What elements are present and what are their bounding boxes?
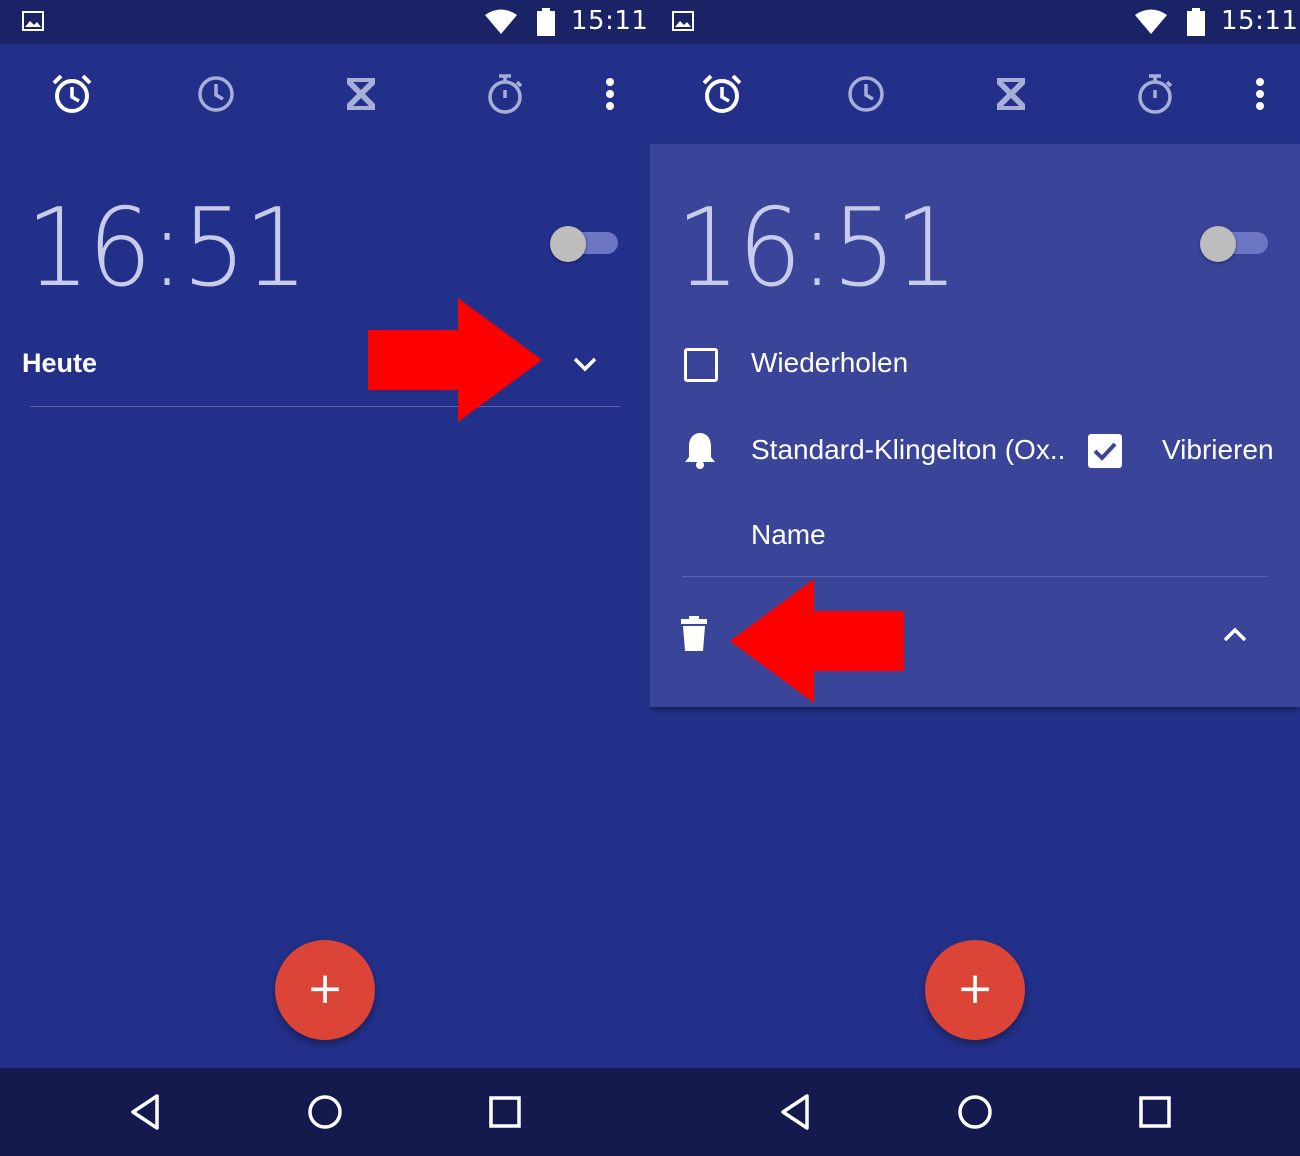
image-notification-icon (22, 11, 44, 31)
toggle-thumb (1200, 226, 1236, 262)
home-icon[interactable] (303, 1090, 347, 1134)
chevron-down-icon[interactable] (570, 349, 600, 379)
vibrate-checkbox[interactable] (1088, 434, 1122, 468)
alarm-toggle[interactable] (550, 226, 620, 262)
clock-app-expanded: 15:11 16:51 Wiederholen Standard-Klingel… (650, 0, 1300, 1156)
hourglass-icon[interactable] (989, 72, 1033, 116)
alarm-clock-icon[interactable] (50, 72, 94, 116)
chevron-up-icon[interactable] (1220, 620, 1250, 650)
navigation-bar (0, 1068, 650, 1156)
more-vert-icon[interactable] (1248, 72, 1272, 116)
add-alarm-button[interactable]: + (925, 940, 1025, 1040)
alarm-day-label: Heute (22, 348, 98, 378)
tab-bar (0, 44, 650, 144)
clock-icon[interactable] (194, 72, 238, 116)
back-icon[interactable] (123, 1090, 167, 1134)
navigation-bar (650, 1068, 1300, 1156)
battery-icon (537, 8, 555, 36)
alarm-time[interactable]: 16:51 (676, 186, 958, 311)
clock-app-collapsed: 15:11 16:51 Heute + (0, 0, 650, 1156)
repeat-label[interactable]: Wiederholen (751, 347, 908, 379)
more-vert-icon[interactable] (598, 72, 622, 116)
add-alarm-button[interactable]: + (275, 940, 375, 1040)
status-bar: 15:11 (650, 0, 1300, 44)
status-time: 15:11 (1221, 6, 1299, 36)
status-bar: 15:11 (0, 0, 650, 44)
vibrate-label[interactable]: Vibrieren (1162, 434, 1274, 466)
recents-icon[interactable] (483, 1090, 527, 1134)
recents-icon[interactable] (1133, 1090, 1177, 1134)
home-icon[interactable] (953, 1090, 997, 1134)
tab-bar (650, 44, 1300, 144)
toggle-thumb (550, 226, 586, 262)
plus-icon: + (306, 963, 344, 1014)
status-time: 15:11 (571, 6, 649, 36)
alarm-clock-icon[interactable] (700, 72, 744, 116)
ringtone-label[interactable]: Standard-Klingelton (Ox.. (751, 434, 1065, 466)
red-arrow-right-annotation (368, 298, 542, 422)
red-arrow-left-annotation (730, 579, 904, 703)
check-icon (1093, 442, 1117, 461)
clock-icon[interactable] (844, 72, 888, 116)
back-icon[interactable] (773, 1090, 817, 1134)
trash-icon[interactable] (680, 616, 708, 652)
battery-icon (1187, 8, 1205, 36)
hourglass-icon[interactable] (339, 72, 383, 116)
comparison-screenshot: 15:11 16:51 Heute + 15:11 16:51 Wiederho… (0, 0, 1300, 1156)
row-divider (682, 576, 1268, 577)
stopwatch-icon[interactable] (1133, 72, 1177, 116)
stopwatch-icon[interactable] (483, 72, 527, 116)
alarm-name-field[interactable]: Name (751, 519, 826, 551)
alarm-toggle[interactable] (1200, 226, 1270, 262)
alarm-time[interactable]: 16:51 (26, 186, 308, 311)
image-notification-icon (672, 11, 694, 31)
wifi-icon (485, 9, 517, 34)
bell-icon (685, 433, 715, 469)
wifi-icon (1135, 9, 1167, 34)
plus-icon: + (956, 963, 994, 1014)
repeat-checkbox[interactable] (684, 348, 718, 382)
